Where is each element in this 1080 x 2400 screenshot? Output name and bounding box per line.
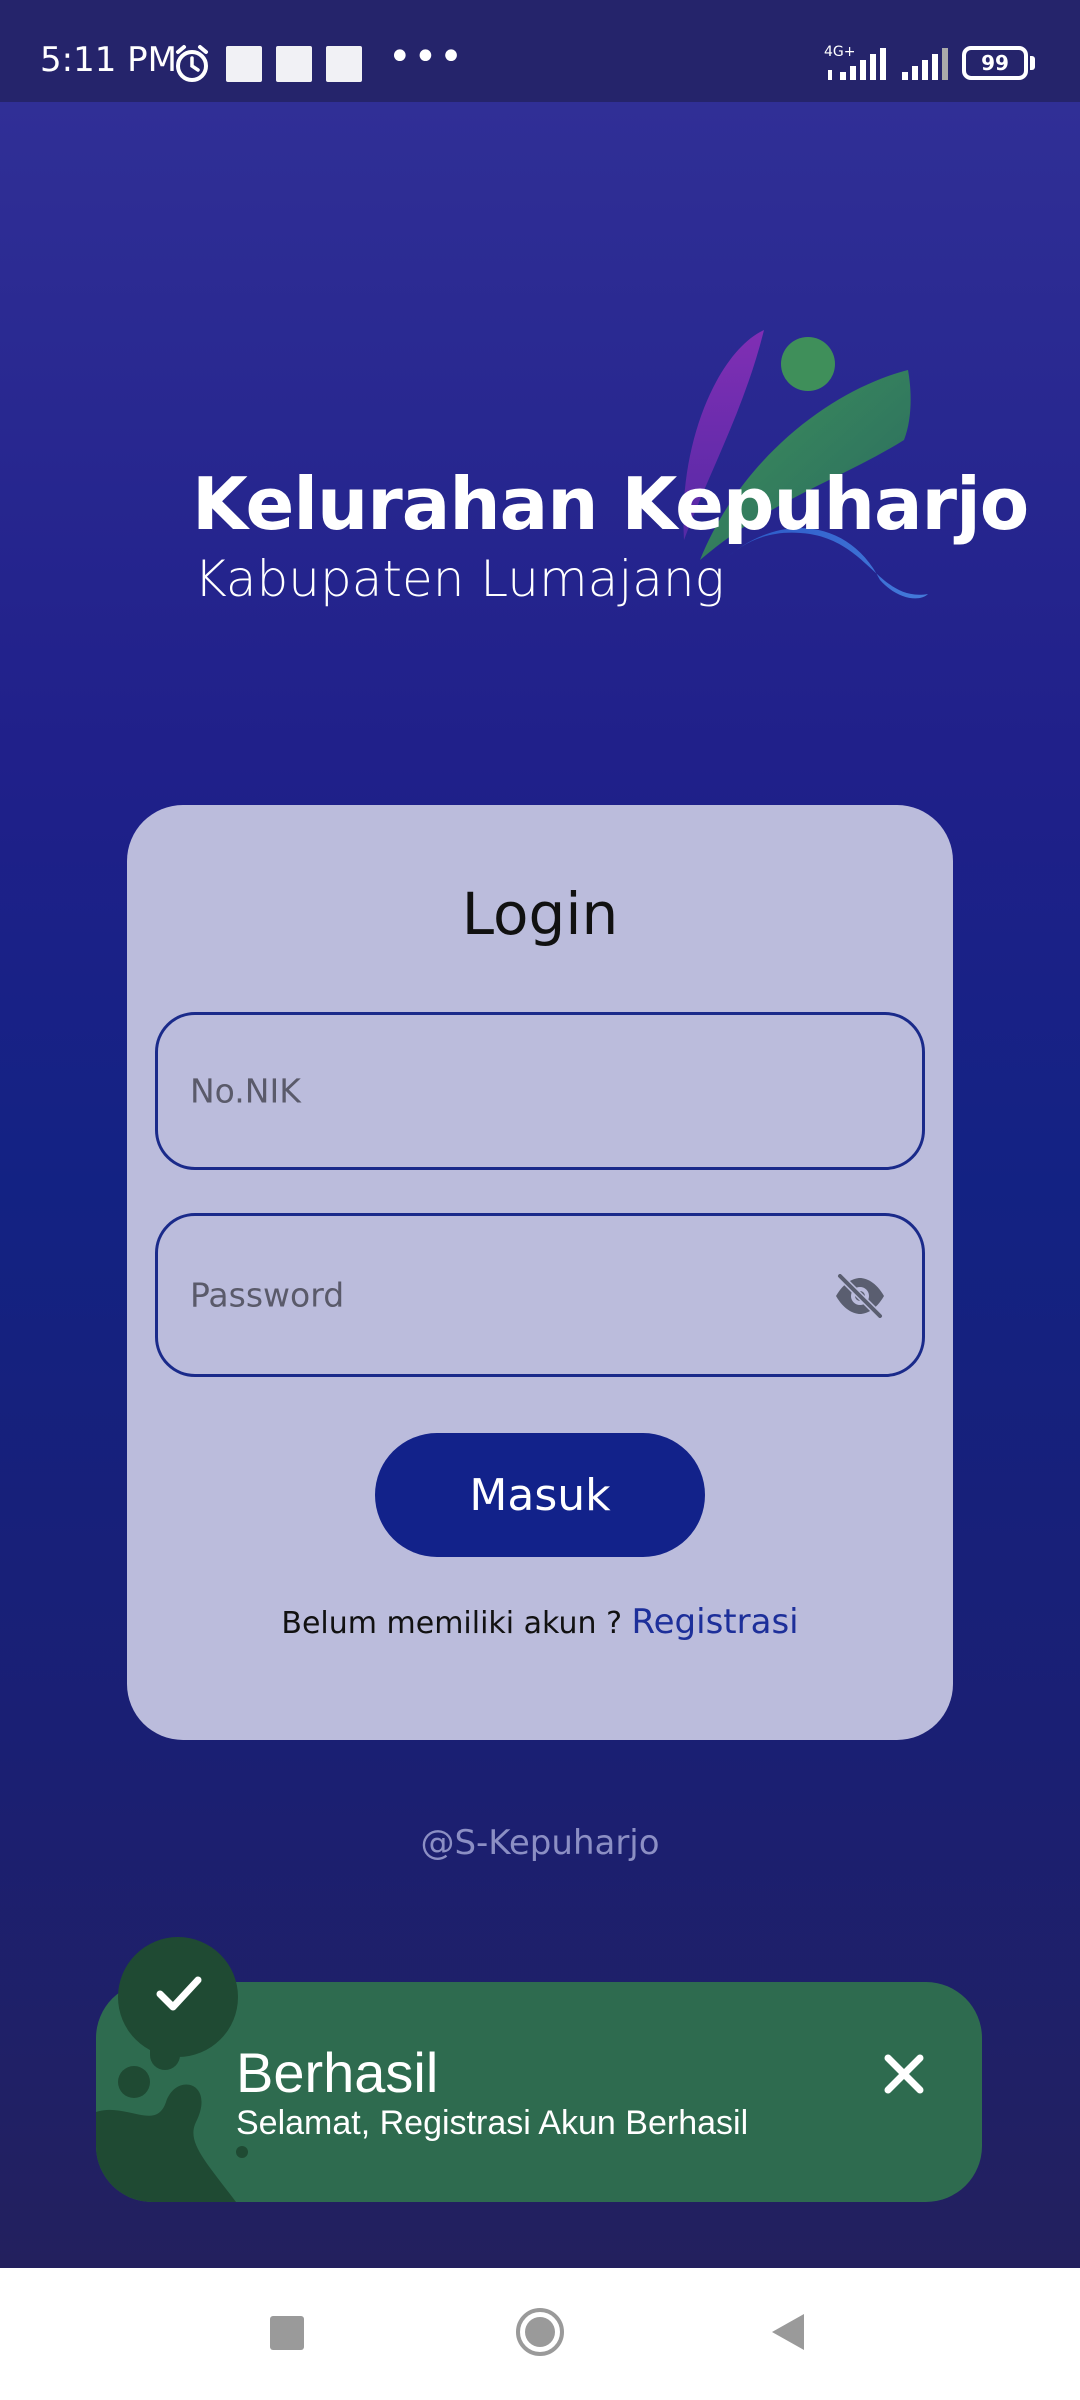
- login-card: Login No.NIK Password Masuk Belum memili…: [127, 805, 953, 1740]
- check-icon: [156, 1976, 202, 2011]
- notification-icon: [226, 46, 262, 82]
- brand-subtitle: Kabupaten Lumajang: [194, 550, 725, 608]
- register-prompt-line: Belum memiliki akun ? Registrasi: [127, 1602, 953, 1642]
- status-bar: 5:11 PM ••• 4G+ 99: [0, 0, 1080, 102]
- signal-icon: [902, 48, 948, 80]
- status-time: 5:11 PM: [40, 40, 177, 80]
- more-notifications-icon: •••: [388, 34, 465, 80]
- signal-icon: [828, 48, 886, 80]
- password-placeholder: Password: [190, 1275, 345, 1315]
- register-prompt: Belum memiliki akun ?: [281, 1606, 622, 1641]
- home-icon[interactable]: [514, 2306, 566, 2358]
- battery-tip: [1030, 56, 1035, 70]
- login-title: Login: [461, 880, 619, 948]
- register-link[interactable]: Registrasi: [632, 1602, 799, 1642]
- toast-title: Berhasil: [236, 2041, 439, 2104]
- toast-check-badge-tail: [150, 2030, 180, 2070]
- nik-placeholder: No.NIK: [190, 1071, 301, 1111]
- eye-off-icon[interactable]: [834, 1274, 886, 1318]
- close-icon[interactable]: [882, 2052, 926, 2096]
- notification-icon: [326, 46, 362, 82]
- login-button[interactable]: Masuk: [375, 1433, 705, 1557]
- battery-icon: 99: [962, 46, 1028, 80]
- notification-icon: [276, 46, 312, 82]
- recent-apps-icon[interactable]: [270, 2316, 304, 2350]
- toast-message: Selamat, Registrasi Akun Berhasil: [236, 2104, 749, 2142]
- password-input[interactable]: Password: [155, 1213, 925, 1377]
- brand-title: Kelurahan Kepuharjo: [192, 462, 1029, 546]
- nik-input[interactable]: No.NIK: [155, 1012, 925, 1170]
- alarm-icon: [176, 45, 208, 82]
- footer-credit: @S-Kepuharjo: [420, 1823, 660, 1863]
- back-icon[interactable]: [770, 2312, 806, 2352]
